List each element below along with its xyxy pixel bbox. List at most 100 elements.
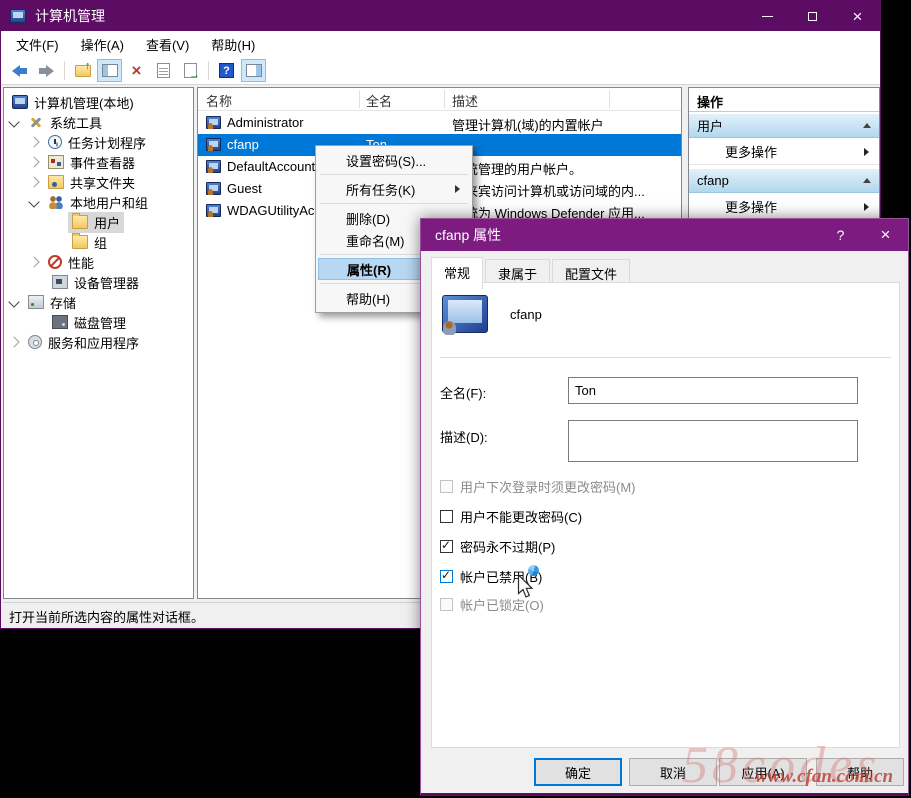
chevron-collapsed-icon[interactable] <box>8 336 20 348</box>
checkbox-row-cannot-change-password[interactable]: 用户不能更改密码(C) <box>440 507 582 525</box>
checkbox-cannot-change-password[interactable] <box>440 509 453 523</box>
mouse-cursor-icon <box>517 573 534 604</box>
dialog-help-button[interactable]: ? <box>818 219 863 251</box>
more-actions-users[interactable]: 更多操作 <box>689 139 879 165</box>
checkbox-account-disabled[interactable] <box>440 568 453 583</box>
chevron-expanded-icon[interactable] <box>8 296 20 308</box>
tree-item-local-users-groups[interactable]: 本地用户和组 <box>4 192 193 212</box>
help-button-toolbar[interactable]: ? <box>214 59 239 82</box>
chevron-collapsed-icon[interactable] <box>28 156 40 168</box>
export-list-icon <box>184 63 200 81</box>
user-icon <box>206 138 221 151</box>
properties-button[interactable] <box>151 59 176 82</box>
forward-button[interactable] <box>34 59 59 82</box>
folder-icon <box>72 213 88 229</box>
dialog-user-name: cfanp <box>510 306 542 322</box>
tab-general[interactable]: 常规 <box>431 257 484 289</box>
full-name-label: 全名(F): <box>440 386 487 401</box>
delete-button[interactable]: × <box>124 59 149 82</box>
actions-section-users[interactable]: 用户 <box>689 114 879 138</box>
chevron-collapsed-icon[interactable] <box>28 136 40 148</box>
tree-item-device-manager[interactable]: 设备管理器 <box>4 272 193 292</box>
up-one-level-button[interactable] <box>70 59 95 82</box>
action-pane-icon <box>245 64 262 77</box>
tree-item-disk-management[interactable]: 磁盘管理 <box>4 312 193 332</box>
export-list-button[interactable] <box>178 59 203 82</box>
show-action-pane-button[interactable] <box>241 59 266 82</box>
local-users-groups-icon <box>48 195 64 209</box>
menu-item-set-password[interactable]: 设置密码(S)... <box>318 149 470 171</box>
minimize-button[interactable] <box>745 1 790 31</box>
storage-icon <box>28 295 44 309</box>
tree-item-services-applications[interactable]: 服务和应用程序 <box>4 332 193 352</box>
forward-arrow-icon <box>39 64 54 77</box>
task-scheduler-icon <box>48 135 62 149</box>
tree-item-task-scheduler[interactable]: 任务计划程序 <box>4 132 193 152</box>
menu-separator <box>320 174 468 175</box>
menu-help[interactable]: 帮助(H) <box>200 31 266 58</box>
actions-section-cfanp[interactable]: cfanp <box>689 169 879 193</box>
column-header-name[interactable]: 名称 <box>206 91 232 110</box>
tree-item-storage[interactable]: 存储 <box>4 292 193 312</box>
column-header-fullname[interactable]: 全名 <box>366 91 392 110</box>
menu-view[interactable]: 查看(V) <box>135 31 200 58</box>
divider <box>440 357 891 358</box>
full-name-field[interactable] <box>568 377 858 404</box>
tree-item-groups[interactable]: 组 <box>4 232 193 252</box>
chevron-expanded-icon[interactable] <box>8 116 20 128</box>
performance-icon <box>48 255 62 269</box>
shared-folders-icon <box>48 175 64 189</box>
list-header: 名称 全名 描述 <box>198 88 681 111</box>
dialog-close-button[interactable]: × <box>863 219 908 251</box>
tree-item-performance[interactable]: 性能 <box>4 252 193 272</box>
menu-bar: 文件(F) 操作(A) 查看(V) 帮助(H) <box>1 31 880 57</box>
properties-doc-icon <box>157 63 170 78</box>
user-account-icon <box>442 295 488 335</box>
user-icon <box>206 116 221 129</box>
chevron-collapsed-icon[interactable] <box>28 256 40 268</box>
checkbox-row-password-never-expires[interactable]: 密码永不过期(P) <box>440 537 555 555</box>
general-tab-page: cfanp 全名(F): 描述(D): 用户下次登录时须更改密码(M) 用户不能… <box>431 282 900 748</box>
tree-item-users[interactable]: 用户 <box>4 211 193 233</box>
maximize-icon <box>808 11 817 21</box>
submenu-arrow-icon <box>864 202 869 211</box>
checkbox-password-never-expires[interactable] <box>440 538 453 553</box>
list-row-administrator[interactable]: Administrator 管理计算机(域)的内置帐户 <box>198 112 681 134</box>
app-icon <box>10 9 26 23</box>
services-icon <box>28 335 42 349</box>
menu-file[interactable]: 文件(F) <box>5 31 70 58</box>
menu-item-all-tasks[interactable]: 所有任务(K) <box>318 178 470 200</box>
user-icon <box>206 204 221 217</box>
column-header-description[interactable]: 描述 <box>452 91 478 110</box>
desktop: 计算机管理 × 文件(F) 操作(A) 查看(V) 帮助(H) × ? <box>0 0 911 798</box>
checkbox-account-locked <box>440 597 453 611</box>
properties-dialog: cfanp 属性 ? × 常规 隶属于 配置文件 cfanp 全名(F): 描述… <box>420 218 909 796</box>
computer-icon <box>12 95 28 109</box>
maximize-button[interactable] <box>790 1 835 31</box>
tree-item-system-tools[interactable]: 系统工具 <box>4 112 193 132</box>
submenu-arrow-icon <box>864 147 869 156</box>
device-manager-icon <box>52 275 68 289</box>
chevron-collapsed-icon[interactable] <box>28 176 40 188</box>
more-actions-cfanp[interactable]: 更多操作 <box>689 194 879 220</box>
system-tools-icon <box>28 115 44 129</box>
chevron-expanded-icon[interactable] <box>28 196 40 208</box>
ok-button[interactable]: 确定 <box>534 758 622 786</box>
window-title: 计算机管理 <box>35 8 105 24</box>
toolbar: × ? <box>1 57 880 85</box>
menu-action[interactable]: 操作(A) <box>70 31 135 58</box>
tree-item-shared-folders[interactable]: 共享文件夹 <box>4 172 193 192</box>
tree-item-computer-management[interactable]: 计算机管理(本地) <box>4 92 193 112</box>
watermark-small: www.cfan.com.cn <box>755 766 894 787</box>
title-bar[interactable]: 计算机管理 × <box>1 1 880 31</box>
collapse-arrow-icon[interactable] <box>863 178 871 183</box>
back-button[interactable] <box>7 59 32 82</box>
tree-item-event-viewer[interactable]: 事件查看器 <box>4 152 193 172</box>
description-field[interactable] <box>568 420 858 462</box>
description-label: 描述(D): <box>440 430 488 445</box>
user-icon <box>206 182 221 195</box>
close-button[interactable]: × <box>835 1 880 31</box>
show-console-tree-button[interactable] <box>97 59 122 82</box>
collapse-arrow-icon[interactable] <box>863 123 871 128</box>
menu-separator <box>320 203 468 204</box>
